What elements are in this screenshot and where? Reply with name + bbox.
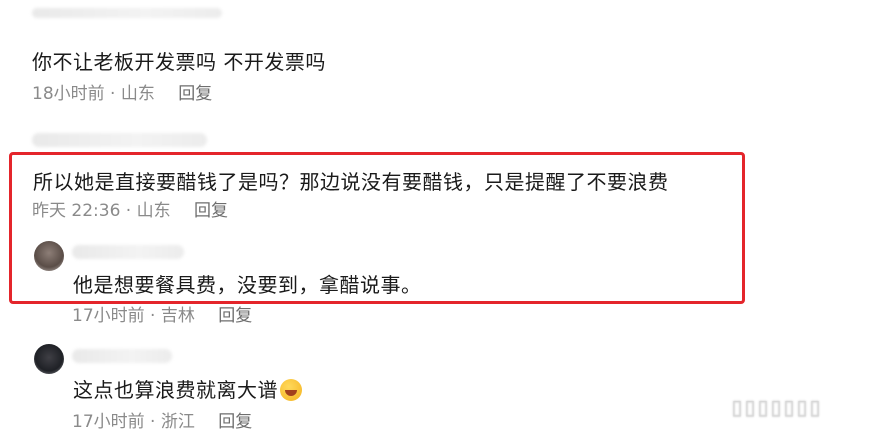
reply-text: 他是想要餐具费，没要到，拿醋说事。 bbox=[73, 273, 422, 297]
comment-meta: 昨天 22:36 · 山东 回复 bbox=[32, 201, 228, 221]
avatar[interactable] bbox=[34, 241, 64, 271]
comment-meta: 18小时前 · 山东 回复 bbox=[32, 84, 212, 104]
comment-time: 17小时前 · 吉林 bbox=[72, 306, 195, 326]
username-blurred bbox=[72, 349, 172, 363]
rolling-laughing-emoji bbox=[280, 379, 302, 401]
username-blurred bbox=[72, 245, 184, 259]
watermark: ▯▯▯▯▯▯▯ bbox=[688, 393, 866, 421]
comment-time: 昨天 22:36 · 山东 bbox=[32, 201, 171, 221]
comment-time: 17小时前 · 浙江 bbox=[72, 412, 195, 432]
comment-text: 所以她是直接要醋钱了是吗？那边说没有要醋钱，只是提醒了不要浪费 bbox=[33, 170, 669, 194]
username-blurred bbox=[32, 133, 207, 147]
reply-button[interactable]: 回复 bbox=[194, 201, 228, 221]
reply-text-content: 这点也算浪费就离大谱 bbox=[73, 378, 278, 402]
reply-meta: 17小时前 · 吉林 回复 bbox=[72, 306, 252, 326]
username-blurred bbox=[32, 8, 222, 18]
avatar[interactable] bbox=[34, 344, 64, 374]
comment-text: 你不让老板开发票吗 不开发票吗 bbox=[32, 50, 326, 74]
reply-button[interactable]: 回复 bbox=[178, 84, 212, 104]
comment-time: 18小时前 · 山东 bbox=[32, 84, 155, 104]
reply-text: 这点也算浪费就离大谱 bbox=[73, 378, 302, 402]
reply-meta: 17小时前 · 浙江 回复 bbox=[72, 412, 252, 432]
reply-button[interactable]: 回复 bbox=[218, 412, 252, 432]
reply-button[interactable]: 回复 bbox=[218, 306, 252, 326]
